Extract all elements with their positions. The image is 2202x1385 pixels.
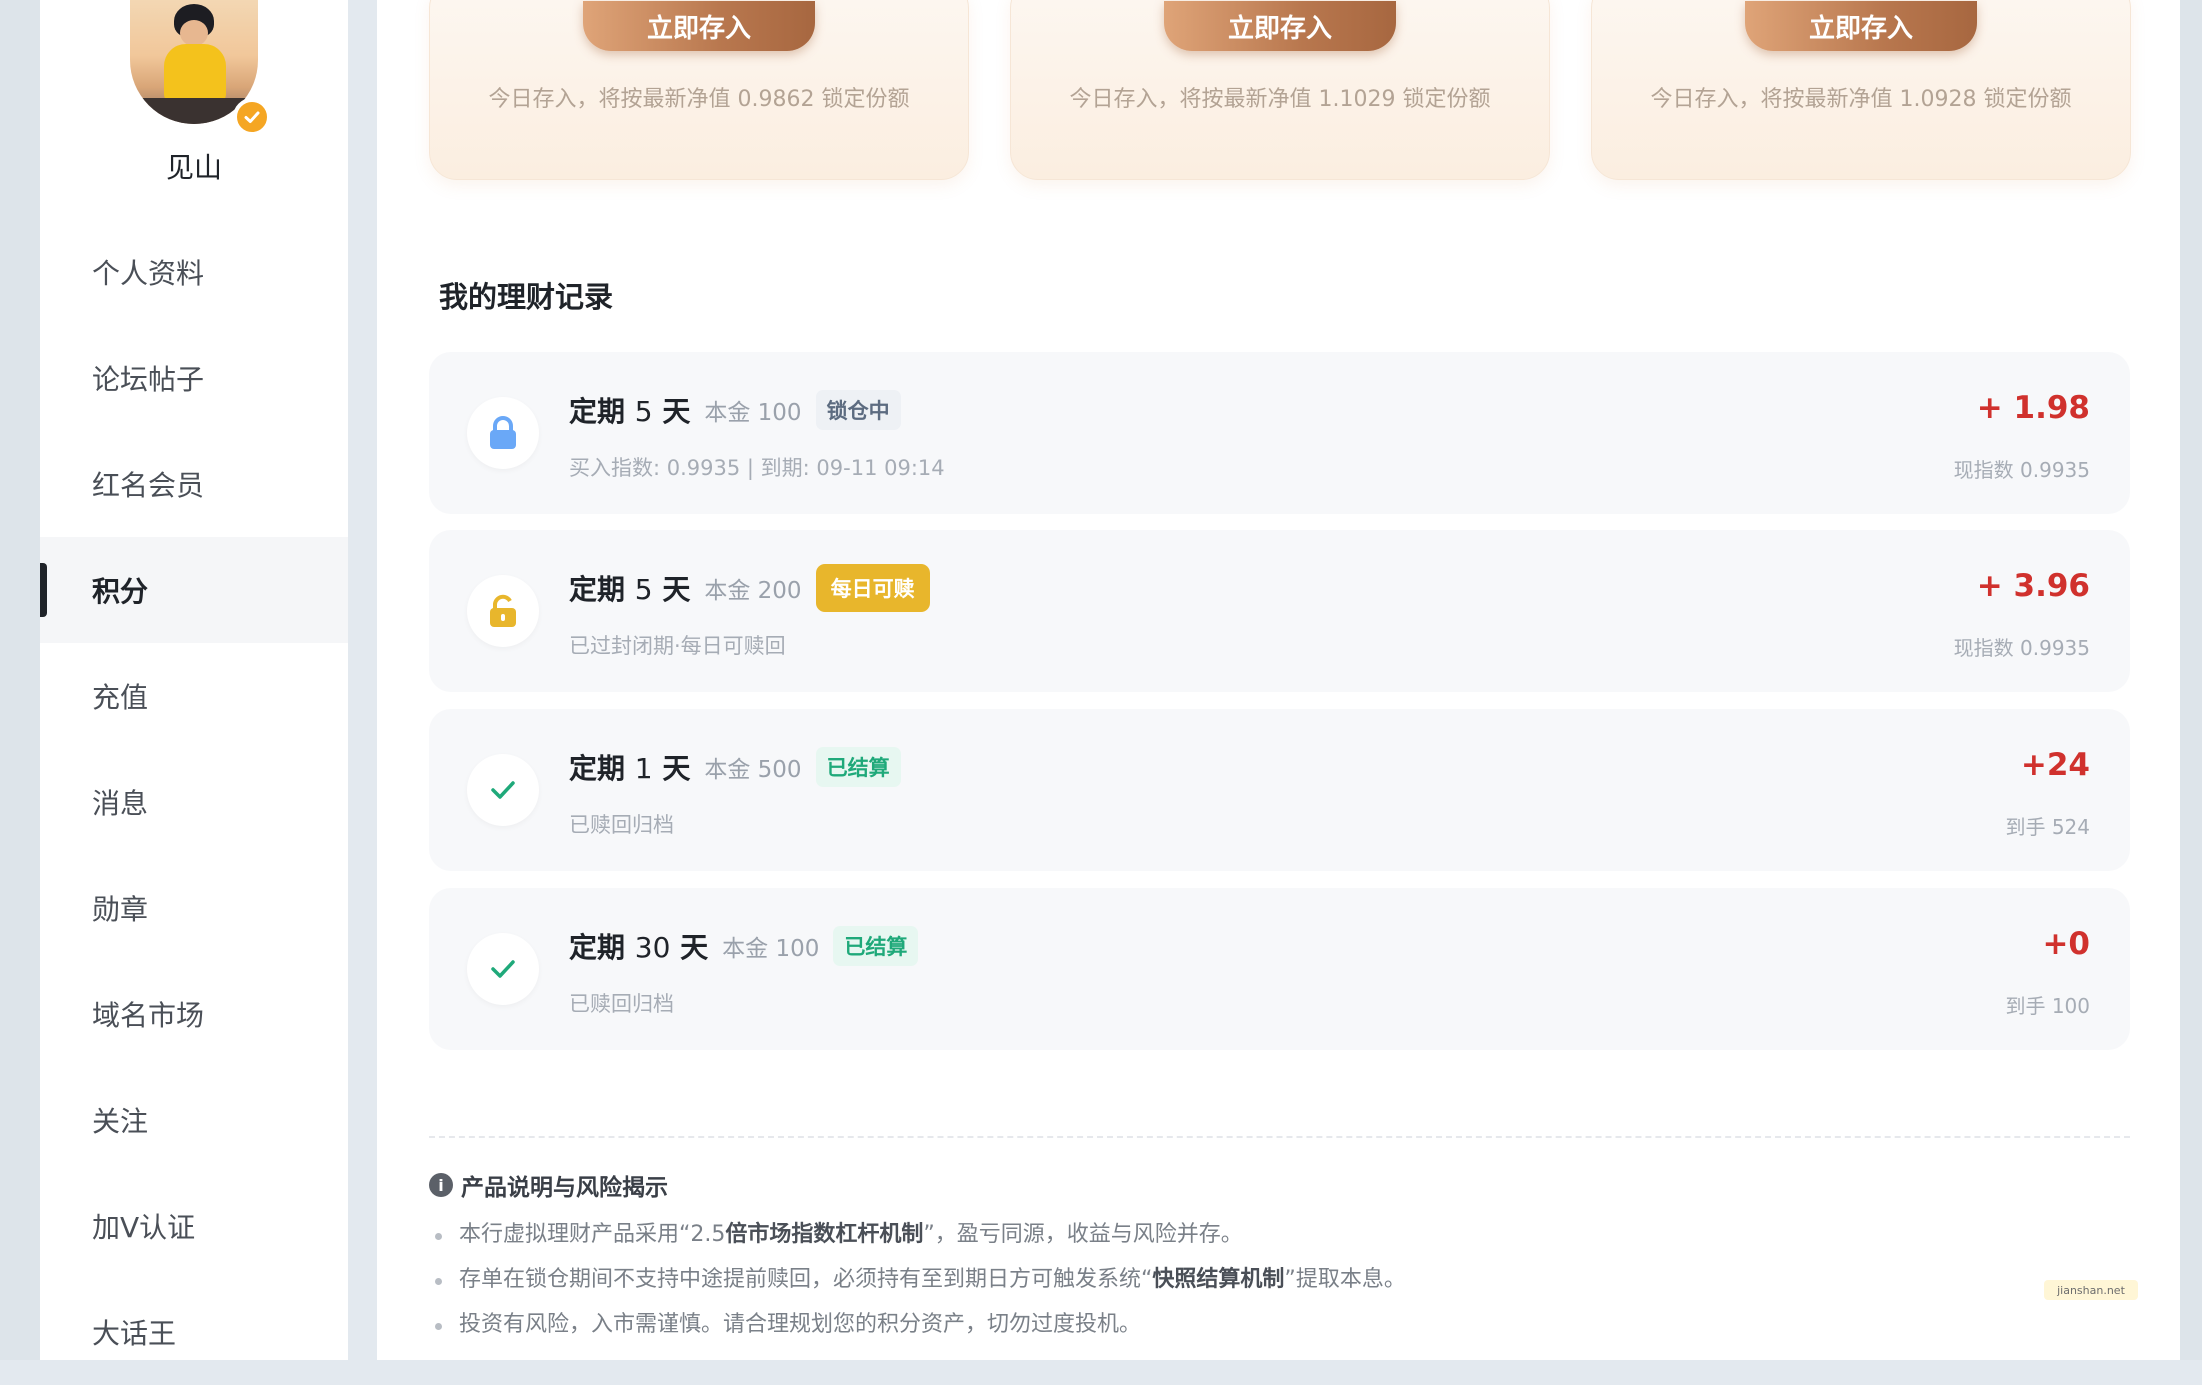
deposit-button[interactable]: 立即存入 [1745, 1, 1977, 51]
record-title-unit: 天 [680, 931, 709, 964]
record-meta: 现指数 0.9935 [1953, 458, 2090, 482]
notice-item-text: 存单在锁仓期间不支持中途提前赎回，必须持有至到期日方可触发系统“ [459, 1267, 1153, 1292]
username: 见山 [165, 151, 222, 184]
record-title-unit: 天 [662, 395, 691, 428]
sidebar-item-points[interactable]: 积分 [40, 537, 348, 643]
status-badge: 锁仓中 [815, 390, 901, 430]
record-title: 定期 5 天 [569, 568, 690, 608]
notice-item-bold: 快照结算机制 [1152, 1267, 1285, 1292]
avatar-shirt [164, 44, 226, 104]
record-subtext: 买入指数: 0.9935 | 到期: 09-11 09:14 [569, 456, 945, 480]
record-title: 定期 5 天 [569, 390, 690, 430]
page-background-left [0, 0, 40, 1360]
deposit-button[interactable]: 立即存入 [1164, 1, 1396, 51]
record-principal: 本金 100 [704, 400, 802, 426]
notice-list: 本行虚拟理财产品采用“2.5倍市场指数杠杆机制”，盈亏同源，收益与风险并存。 存… [429, 1218, 1406, 1353]
notice-item: 投资有风险，入市需谨慎。请合理规划您的积分资产，切勿过度投机。 [429, 1308, 1406, 1353]
sidebar-item-red-member[interactable]: 红名会员 [40, 431, 348, 537]
record-subtext: 已过封闭期·每日可赎回 [569, 634, 786, 658]
status-badge[interactable]: 每日可赎 [815, 564, 930, 612]
verified-badge-icon [233, 98, 271, 136]
sidebar-item-following[interactable]: 关注 [40, 1067, 348, 1173]
deposit-note: 今日存入，将按最新净值 1.1029 锁定份额 [1069, 87, 1491, 112]
lock-icon [467, 397, 539, 469]
record-principal: 本金 200 [704, 578, 802, 604]
avatar-face [180, 20, 208, 46]
notice-item-text: ”，盈亏同源，收益与风险并存。 [923, 1222, 1243, 1247]
record-profit: + 1.98 [1976, 390, 2090, 426]
sidebar-item-medals[interactable]: 勋章 [40, 855, 348, 961]
record-card[interactable]: 定期 1 天 本金 500 已结算 已赎回归档 +24 到手 524 [429, 709, 2130, 871]
deposit-note: 今日存入，将按最新净值 0.9862 锁定份额 [488, 87, 910, 112]
info-icon: i [429, 1173, 453, 1197]
sidebar: 见山 个人资料 论坛帖子 红名会员 积分 充值 消息 勋章 域名市场 关注 加V… [40, 0, 348, 1360]
record-profit: +0 [2042, 926, 2090, 962]
record-profit: + 3.96 [1976, 568, 2090, 604]
deposit-button[interactable]: 立即存入 [583, 1, 815, 51]
record-title-prefix: 定期 [569, 573, 626, 606]
record-title-row: 定期 30 天 本金 100 已结算 [569, 926, 919, 966]
notice-item-text: 本行虚拟理财产品采用“2.5 [459, 1222, 726, 1247]
record-meta: 现指数 0.9935 [1953, 636, 2090, 660]
records-title: 我的理财记录 [439, 280, 614, 314]
record-card[interactable]: 定期 5 天 本金 100 锁仓中 买入指数: 0.9935 | 到期: 09-… [429, 352, 2130, 514]
unlock-icon [467, 575, 539, 647]
record-title-days: 5 [634, 395, 653, 428]
check-icon [467, 933, 539, 1005]
record-title-row: 定期 1 天 本金 500 已结算 [569, 747, 901, 787]
deposit-card: 立即存入 今日存入，将按最新净值 1.1029 锁定份额 [1010, 0, 1550, 180]
notice-item-text: 投资有风险，入市需谨慎。请合理规划您的积分资产，切勿过度投机。 [459, 1312, 1142, 1337]
record-meta: 到手 524 [2005, 815, 2090, 839]
record-title-row: 定期 5 天 本金 200 每日可赎 [569, 564, 930, 612]
sidebar-item-forum-posts[interactable]: 论坛帖子 [40, 325, 348, 431]
record-title-prefix: 定期 [569, 752, 626, 785]
watermark: jianshan.net [2044, 1280, 2138, 1300]
check-icon [467, 754, 539, 826]
record-meta: 到手 100 [2005, 994, 2090, 1018]
record-profit: +24 [2020, 747, 2090, 783]
notice-item: 本行虚拟理财产品采用“2.5倍市场指数杠杆机制”，盈亏同源，收益与风险并存。 [429, 1218, 1406, 1263]
record-subtext: 已赎回归档 [569, 992, 674, 1016]
notice-title-text: 产品说明与风险揭示 [461, 1175, 668, 1201]
deposit-note: 今日存入，将按最新净值 1.0928 锁定份额 [1650, 87, 2072, 112]
status-badge: 已结算 [833, 926, 919, 966]
main-content: 立即存入 今日存入，将按最新净值 0.9862 锁定份额 立即存入 今日存入，将… [377, 0, 2180, 1360]
notice-title: i 产品说明与风险揭示 [429, 1168, 668, 1202]
sidebar-item-profile[interactable]: 个人资料 [40, 219, 348, 325]
record-card[interactable]: 定期 30 天 本金 100 已结算 已赎回归档 +0 到手 100 [429, 888, 2130, 1050]
sidebar-item-messages[interactable]: 消息 [40, 749, 348, 855]
sidebar-item-domain-market[interactable]: 域名市场 [40, 961, 348, 1067]
record-card[interactable]: 定期 5 天 本金 200 每日可赎 已过封闭期·每日可赎回 + 3.96 现指… [429, 530, 2130, 692]
page-background-right [2180, 0, 2202, 1360]
sidebar-nav: 个人资料 论坛帖子 红名会员 积分 充值 消息 勋章 域名市场 关注 加V认证 … [40, 219, 348, 1385]
record-title-prefix: 定期 [569, 931, 626, 964]
record-title: 定期 1 天 [569, 747, 690, 787]
notice-item-bold: 倍市场指数杠杆机制 [725, 1222, 924, 1247]
notice-item-text: ”提取本息。 [1284, 1267, 1406, 1292]
record-title-unit: 天 [662, 573, 691, 606]
sidebar-item-v-verify[interactable]: 加V认证 [40, 1173, 348, 1279]
record-title-prefix: 定期 [569, 395, 626, 428]
sidebar-item-recharge[interactable]: 充值 [40, 643, 348, 749]
record-title-days: 1 [634, 752, 653, 785]
sidebar-item-dahuawang[interactable]: 大话王 [40, 1279, 348, 1385]
divider [429, 1136, 2130, 1138]
record-title-days: 5 [634, 573, 653, 606]
status-badge: 已结算 [815, 747, 901, 787]
deposit-card: 立即存入 今日存入，将按最新净值 1.0928 锁定份额 [1591, 0, 2131, 180]
record-principal: 本金 100 [722, 936, 820, 962]
deposit-card: 立即存入 今日存入，将按最新净值 0.9862 锁定份额 [429, 0, 969, 180]
record-title-row: 定期 5 天 本金 100 锁仓中 [569, 390, 901, 430]
record-principal: 本金 500 [704, 757, 802, 783]
record-title: 定期 30 天 [569, 926, 708, 966]
record-title-days: 30 [634, 931, 671, 964]
record-subtext: 已赎回归档 [569, 813, 674, 837]
record-title-unit: 天 [662, 752, 691, 785]
notice-item: 存单在锁仓期间不支持中途提前赎回，必须持有至到期日方可触发系统“快照结算机制”提… [429, 1263, 1406, 1308]
